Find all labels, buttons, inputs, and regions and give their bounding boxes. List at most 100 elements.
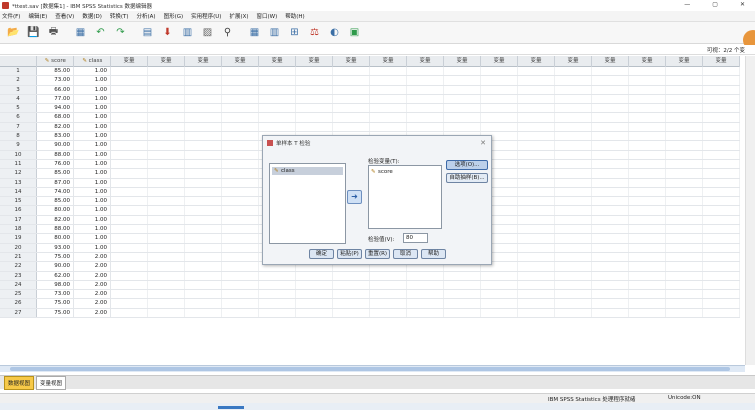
empty-cell[interactable] bbox=[407, 280, 444, 290]
empty-cell[interactable] bbox=[555, 280, 592, 290]
empty-cell[interactable] bbox=[185, 159, 222, 169]
empty-cell[interactable] bbox=[111, 299, 148, 308]
cell-score[interactable]: 88.00 bbox=[37, 225, 74, 234]
empty-cell[interactable] bbox=[185, 122, 222, 132]
empty-cell[interactable] bbox=[407, 67, 444, 76]
empty-cell[interactable] bbox=[703, 169, 740, 178]
cell-class[interactable]: 1.00 bbox=[74, 76, 111, 85]
empty-cell[interactable] bbox=[296, 271, 333, 280]
empty-cell[interactable] bbox=[666, 290, 703, 299]
empty-cell[interactable] bbox=[370, 271, 407, 280]
empty-cell[interactable] bbox=[666, 187, 703, 197]
empty-cell[interactable] bbox=[666, 271, 703, 280]
empty-cell[interactable] bbox=[518, 132, 555, 141]
empty-cell[interactable] bbox=[222, 85, 259, 94]
empty-cell[interactable] bbox=[222, 234, 259, 243]
empty-cell[interactable] bbox=[185, 104, 222, 113]
empty-cell[interactable] bbox=[148, 104, 185, 113]
empty-cell[interactable] bbox=[555, 104, 592, 113]
column-header[interactable]: 变量 bbox=[518, 56, 555, 67]
empty-cell[interactable] bbox=[592, 197, 629, 206]
empty-cell[interactable] bbox=[481, 85, 518, 94]
empty-cell[interactable] bbox=[185, 76, 222, 85]
empty-cell[interactable] bbox=[111, 271, 148, 280]
cell-score[interactable]: 80.00 bbox=[37, 234, 74, 243]
empty-cell[interactable] bbox=[333, 122, 370, 132]
empty-cell[interactable] bbox=[296, 122, 333, 132]
empty-cell[interactable] bbox=[629, 234, 666, 243]
empty-cell[interactable] bbox=[296, 308, 333, 318]
empty-cell[interactable] bbox=[666, 76, 703, 85]
cell-class[interactable]: 1.00 bbox=[74, 132, 111, 141]
empty-cell[interactable] bbox=[592, 215, 629, 225]
row-number[interactable]: 4 bbox=[0, 94, 37, 104]
empty-cell[interactable] bbox=[629, 178, 666, 187]
row-number[interactable]: 14 bbox=[0, 187, 37, 197]
empty-cell[interactable] bbox=[703, 215, 740, 225]
cell-class[interactable]: 1.00 bbox=[74, 122, 111, 132]
empty-cell[interactable] bbox=[481, 113, 518, 122]
empty-cell[interactable] bbox=[370, 299, 407, 308]
empty-cell[interactable] bbox=[666, 280, 703, 290]
empty-cell[interactable] bbox=[407, 308, 444, 318]
horizontal-scrollbar[interactable] bbox=[0, 365, 745, 372]
empty-cell[interactable] bbox=[629, 132, 666, 141]
empty-cell[interactable] bbox=[333, 85, 370, 94]
empty-cell[interactable] bbox=[185, 141, 222, 150]
menu-item[interactable]: 分析(A) bbox=[137, 12, 156, 20]
empty-cell[interactable] bbox=[111, 141, 148, 150]
cell-class[interactable]: 1.00 bbox=[74, 215, 111, 225]
empty-cell[interactable] bbox=[370, 104, 407, 113]
empty-cell[interactable] bbox=[703, 67, 740, 76]
menu-item[interactable]: 文件(F) bbox=[2, 12, 20, 20]
empty-cell[interactable] bbox=[333, 299, 370, 308]
empty-cell[interactable] bbox=[185, 67, 222, 76]
cell-class[interactable]: 2.00 bbox=[74, 262, 111, 271]
row-number[interactable]: 21 bbox=[0, 252, 37, 262]
empty-cell[interactable] bbox=[666, 122, 703, 132]
empty-cell[interactable] bbox=[555, 308, 592, 318]
test-variable-list[interactable]: ✎ score bbox=[368, 165, 442, 229]
empty-cell[interactable] bbox=[148, 243, 185, 252]
empty-cell[interactable] bbox=[444, 113, 481, 122]
empty-cell[interactable] bbox=[555, 67, 592, 76]
empty-cell[interactable] bbox=[703, 271, 740, 280]
row-number[interactable]: 12 bbox=[0, 169, 37, 178]
empty-cell[interactable] bbox=[518, 280, 555, 290]
empty-cell[interactable] bbox=[666, 252, 703, 262]
empty-cell[interactable] bbox=[592, 252, 629, 262]
cell-score[interactable]: 62.00 bbox=[37, 271, 74, 280]
empty-cell[interactable] bbox=[296, 85, 333, 94]
empty-cell[interactable] bbox=[333, 113, 370, 122]
empty-cell[interactable] bbox=[185, 299, 222, 308]
cell-score[interactable]: 80.00 bbox=[37, 206, 74, 215]
empty-cell[interactable] bbox=[111, 262, 148, 271]
empty-cell[interactable] bbox=[296, 290, 333, 299]
empty-cell[interactable] bbox=[518, 169, 555, 178]
empty-cell[interactable] bbox=[592, 132, 629, 141]
empty-cell[interactable] bbox=[703, 290, 740, 299]
cell-class[interactable]: 1.00 bbox=[74, 150, 111, 159]
menu-item[interactable]: 编辑(E) bbox=[28, 12, 47, 20]
empty-cell[interactable] bbox=[666, 67, 703, 76]
empty-cell[interactable] bbox=[629, 104, 666, 113]
empty-cell[interactable] bbox=[222, 150, 259, 159]
empty-cell[interactable] bbox=[185, 215, 222, 225]
empty-cell[interactable] bbox=[629, 187, 666, 197]
empty-cell[interactable] bbox=[222, 141, 259, 150]
empty-cell[interactable] bbox=[222, 280, 259, 290]
insert-cases-icon[interactable]: ▦ bbox=[246, 25, 263, 41]
empty-cell[interactable] bbox=[629, 215, 666, 225]
empty-cell[interactable] bbox=[222, 299, 259, 308]
empty-cell[interactable] bbox=[629, 76, 666, 85]
tab-data-view[interactable]: 数据视图 bbox=[4, 375, 35, 390]
cell-score[interactable]: 73.00 bbox=[37, 290, 74, 299]
empty-cell[interactable] bbox=[518, 94, 555, 104]
maximize-button[interactable]: ▢ bbox=[712, 1, 718, 8]
column-header[interactable]: 变量 bbox=[592, 56, 629, 67]
empty-cell[interactable] bbox=[444, 94, 481, 104]
empty-cell[interactable] bbox=[666, 113, 703, 122]
empty-cell[interactable] bbox=[666, 94, 703, 104]
empty-cell[interactable] bbox=[185, 271, 222, 280]
insert-variable-icon[interactable]: ▥ bbox=[266, 25, 283, 41]
